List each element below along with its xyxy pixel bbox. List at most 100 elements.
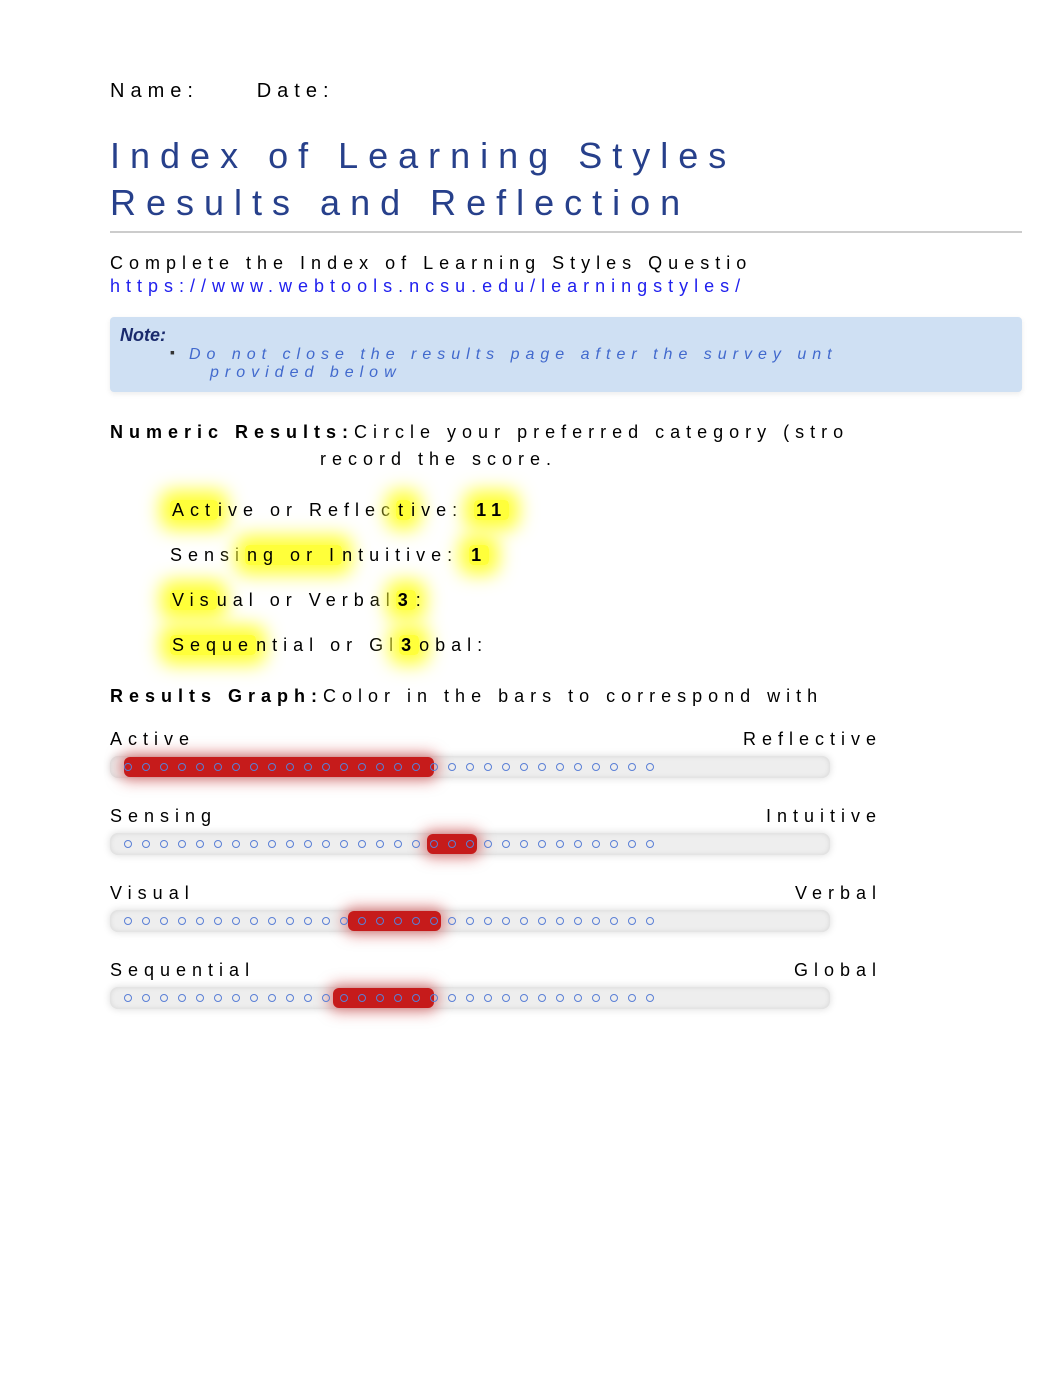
- hl: t: [396, 500, 411, 520]
- bar-wrap: Sequential Global: [110, 960, 1022, 1009]
- tick-icon: [592, 994, 600, 1002]
- tick-icon: [268, 763, 276, 771]
- tick-icon: [520, 840, 528, 848]
- tick-icon: [574, 917, 582, 925]
- numeric-item-sequential: Sequential or Gl3obal:: [170, 635, 1022, 656]
- tick-icon: [412, 994, 420, 1002]
- tick-icon: [394, 763, 402, 771]
- tick-icon: [556, 763, 564, 771]
- label-right: Global: [794, 960, 882, 981]
- txt: ive or Reflec: [218, 500, 396, 520]
- tick-icon: [124, 917, 132, 925]
- tick-icon: [196, 917, 204, 925]
- tick-icon: [304, 917, 312, 925]
- label-right: Verbal: [795, 883, 882, 904]
- tick-icon: [610, 917, 618, 925]
- tick-row: [110, 987, 830, 1009]
- tick-icon: [466, 763, 474, 771]
- numeric-sub: record the score.: [110, 449, 1022, 470]
- tick-icon: [430, 840, 438, 848]
- tick-icon: [142, 763, 150, 771]
- tick-icon: [142, 994, 150, 1002]
- tick-icon: [250, 763, 258, 771]
- tick-icon: [178, 763, 186, 771]
- tick-icon: [232, 994, 240, 1002]
- tick-icon: [592, 917, 600, 925]
- tick-icon: [160, 763, 168, 771]
- note-label: Note:: [120, 325, 1012, 346]
- tick-icon: [412, 763, 420, 771]
- tick-icon: [448, 840, 456, 848]
- tick-icon: [358, 840, 366, 848]
- note-line-2: provided below: [170, 364, 1012, 382]
- tick-icon: [394, 840, 402, 848]
- tick-icon: [340, 763, 348, 771]
- label-left: Sequential: [110, 960, 255, 981]
- tick-icon: [502, 840, 510, 848]
- txt: ual or Verbal: [217, 590, 396, 610]
- tick-icon: [232, 840, 240, 848]
- note-box: Note: ▪Do not close the results page aft…: [110, 317, 1022, 392]
- txt: ntial or Gl: [256, 635, 399, 655]
- tick-icon: [124, 994, 132, 1002]
- hl: ng or I: [245, 545, 342, 565]
- bar-track: [110, 833, 830, 855]
- tick-icon: [430, 763, 438, 771]
- tick-icon: [250, 917, 258, 925]
- label-left: Active: [110, 729, 195, 750]
- tick-icon: [592, 840, 600, 848]
- score: 3: [396, 590, 416, 610]
- intro-text: Complete the Index of Learning Styles Qu…: [110, 253, 1022, 274]
- survey-url[interactable]: https://www.webtools.ncsu.edu/learningst…: [110, 276, 1022, 297]
- tick-icon: [628, 917, 636, 925]
- tick-icon: [646, 917, 654, 925]
- tick-icon: [322, 840, 330, 848]
- tick-icon: [358, 763, 366, 771]
- tick-icon: [250, 994, 258, 1002]
- bar-track: [110, 987, 830, 1009]
- tick-icon: [448, 763, 456, 771]
- tick-icon: [214, 917, 222, 925]
- label-right: Reflective: [743, 729, 882, 750]
- tick-icon: [160, 840, 168, 848]
- bar-track: [110, 756, 830, 778]
- txt: :: [416, 590, 427, 610]
- txt: ntuitive:: [342, 545, 469, 565]
- tick-icon: [538, 840, 546, 848]
- tick-icon: [502, 917, 510, 925]
- bar-wrap: Active Reflective: [110, 729, 1022, 778]
- tick-icon: [448, 994, 456, 1002]
- numeric-heading: Numeric Results:Circle your preferred ca…: [110, 422, 1022, 443]
- tick-icon: [340, 917, 348, 925]
- title-line-2: Results and Reflection: [110, 182, 690, 223]
- tick-row: [110, 756, 830, 778]
- title-line-1: Index of Learning Styles: [110, 135, 736, 176]
- note-line-1: Do not close the results page after the …: [189, 346, 838, 363]
- pair-labels: Sequential Global: [110, 960, 1022, 981]
- tick-icon: [610, 840, 618, 848]
- txt: ive:: [411, 500, 463, 520]
- txt: Sensi: [170, 545, 245, 565]
- tick-icon: [502, 994, 510, 1002]
- tick-icon: [322, 994, 330, 1002]
- tick-icon: [592, 763, 600, 771]
- tick-icon: [520, 917, 528, 925]
- tick-icon: [196, 994, 204, 1002]
- tick-icon: [178, 917, 186, 925]
- tick-icon: [610, 994, 618, 1002]
- tick-icon: [484, 994, 492, 1002]
- tick-icon: [556, 917, 564, 925]
- tick-icon: [214, 763, 222, 771]
- numeric-list: Active or Reflective: 11 Sensing or Intu…: [110, 500, 1022, 656]
- pair-labels: Active Reflective: [110, 729, 1022, 750]
- tick-icon: [376, 917, 384, 925]
- numeric-heading-rest: Circle your preferred category (stro: [354, 422, 849, 442]
- tick-icon: [520, 763, 528, 771]
- label-right: Intuitive: [766, 806, 882, 827]
- tick-icon: [484, 763, 492, 771]
- tick-icon: [268, 917, 276, 925]
- tick-icon: [430, 994, 438, 1002]
- tick-icon: [286, 994, 294, 1002]
- tick-icon: [196, 840, 204, 848]
- label-left: Visual: [110, 883, 195, 904]
